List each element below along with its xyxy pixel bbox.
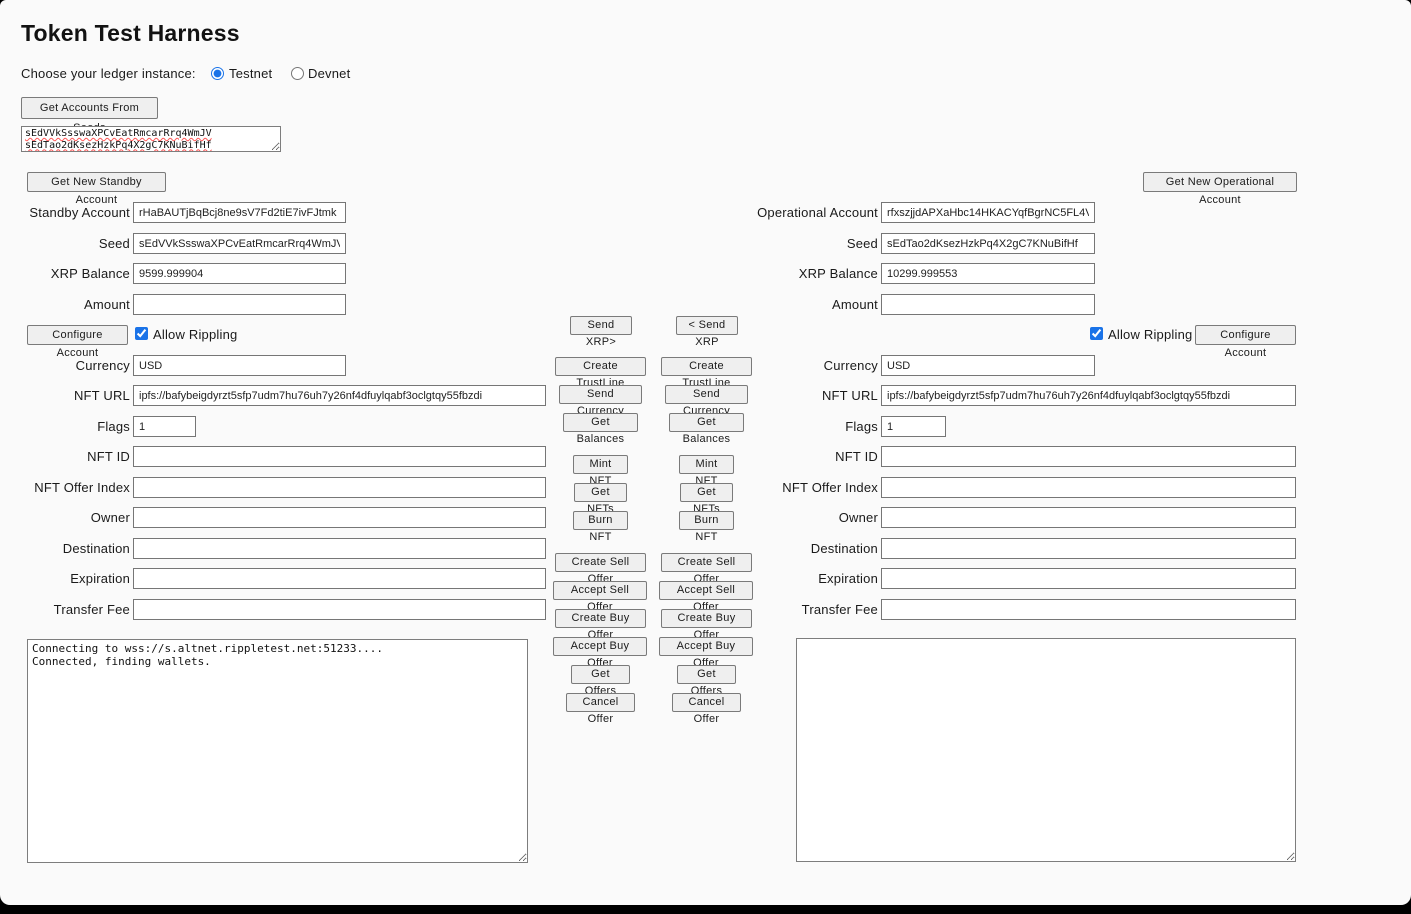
seeds-textarea[interactable]: sEdVVkSsswaXPCvEatRmcarRrq4WmJV sEdTao2d… xyxy=(21,126,281,152)
operational-xrp-balance-label: XRP Balance xyxy=(640,266,878,281)
operational-nft-url-input[interactable] xyxy=(881,385,1296,406)
standby-flags-label: Flags xyxy=(0,419,130,434)
operational-owner-input[interactable] xyxy=(881,507,1296,528)
operational-get-offers-button[interactable]: Get Offers xyxy=(677,665,736,684)
operational-allow-rippling-checkbox[interactable] xyxy=(1090,327,1103,340)
devnet-radio-label[interactable]: Devnet xyxy=(308,66,350,81)
standby-results-textarea[interactable]: Connecting to wss://s.altnet.rippletest.… xyxy=(27,639,528,863)
ledger-instance-label: Choose your ledger instance: xyxy=(21,66,196,81)
testnet-radio-label[interactable]: Testnet xyxy=(229,66,272,81)
standby-amount-label: Amount xyxy=(0,297,130,312)
operational-results-textarea[interactable] xyxy=(796,638,1296,862)
standby-seed-label: Seed xyxy=(0,236,130,251)
standby-transfer-fee-input[interactable] xyxy=(133,599,546,620)
devnet-radio[interactable] xyxy=(291,67,304,80)
standby-configure-account-button[interactable]: Configure Account xyxy=(27,325,128,345)
standby-owner-input[interactable] xyxy=(133,507,546,528)
operational-accept-buy-offer-button[interactable]: Accept Buy Offer xyxy=(659,637,753,656)
operational-nft-offer-index-label: NFT Offer Index xyxy=(640,480,878,495)
standby-nft-id-input[interactable] xyxy=(133,446,546,467)
operational-expiration-input[interactable] xyxy=(881,568,1296,589)
standby-send-currency-button[interactable]: Send Currency xyxy=(559,385,642,404)
operational-get-nfts-button[interactable]: Get NFTs xyxy=(680,483,733,502)
operational-transfer-fee-input[interactable] xyxy=(881,599,1296,620)
standby-nft-id-label: NFT ID xyxy=(0,449,130,464)
standby-transfer-fee-label: Transfer Fee xyxy=(0,602,130,617)
standby-get-balances-button[interactable]: Get Balances xyxy=(563,413,638,432)
standby-account-label: Standby Account xyxy=(0,205,130,220)
operational-send-currency-button[interactable]: Send Currency xyxy=(665,385,748,404)
app-window: Token Test Harness Choose your ledger in… xyxy=(0,0,1411,905)
operational-send-xrp-button[interactable]: < Send XRP xyxy=(676,316,738,335)
operational-configure-account-button[interactable]: Configure Account xyxy=(1195,325,1296,345)
standby-destination-label: Destination xyxy=(0,541,130,556)
standby-get-offers-button[interactable]: Get Offers xyxy=(571,665,630,684)
standby-seed-input[interactable] xyxy=(133,233,346,254)
standby-expiration-label: Expiration xyxy=(0,571,130,586)
standby-currency-label: Currency xyxy=(0,358,130,373)
get-new-standby-account-button[interactable]: Get New Standby Account xyxy=(27,172,166,192)
standby-destination-input[interactable] xyxy=(133,538,546,559)
standby-xrp-balance-label: XRP Balance xyxy=(0,266,130,281)
operational-owner-label: Owner xyxy=(640,510,878,525)
operational-flags-input[interactable] xyxy=(881,416,946,437)
operational-create-buy-offer-button[interactable]: Create Buy Offer xyxy=(661,609,752,628)
standby-mint-nft-button[interactable]: Mint NFT xyxy=(573,455,628,474)
operational-get-balances-button[interactable]: Get Balances xyxy=(669,413,744,432)
standby-currency-input[interactable] xyxy=(133,355,346,376)
operational-xrp-balance-input[interactable] xyxy=(881,263,1095,284)
operational-currency-input[interactable] xyxy=(881,355,1095,376)
standby-get-nfts-button[interactable]: Get NFTs xyxy=(574,483,627,502)
standby-burn-nft-button[interactable]: Burn NFT xyxy=(573,511,628,530)
operational-create-sell-offer-button[interactable]: Create Sell Offer xyxy=(661,553,752,572)
operational-nft-id-input[interactable] xyxy=(881,446,1296,467)
operational-account-label: Operational Account xyxy=(640,205,878,220)
standby-nft-offer-index-input[interactable] xyxy=(133,477,546,498)
operational-seed-input[interactable] xyxy=(881,233,1095,254)
standby-cancel-offer-button[interactable]: Cancel Offer xyxy=(566,693,635,712)
operational-destination-input[interactable] xyxy=(881,538,1296,559)
standby-create-buy-offer-button[interactable]: Create Buy Offer xyxy=(555,609,646,628)
operational-burn-nft-button[interactable]: Burn NFT xyxy=(679,511,734,530)
operational-account-input[interactable] xyxy=(881,202,1095,223)
operational-nft-offer-index-input[interactable] xyxy=(881,477,1296,498)
page-title: Token Test Harness xyxy=(21,20,240,47)
operational-seed-label: Seed xyxy=(640,236,878,251)
standby-flags-input[interactable] xyxy=(133,416,196,437)
standby-allow-rippling-checkbox[interactable] xyxy=(135,327,148,340)
standby-send-xrp-button[interactable]: Send XRP> xyxy=(570,316,632,335)
operational-mint-nft-button[interactable]: Mint NFT xyxy=(679,455,734,474)
standby-allow-rippling-label: Allow Rippling xyxy=(153,327,237,342)
operational-cancel-offer-button[interactable]: Cancel Offer xyxy=(672,693,741,712)
standby-owner-label: Owner xyxy=(0,510,130,525)
standby-create-sell-offer-button[interactable]: Create Sell Offer xyxy=(555,553,646,572)
testnet-radio[interactable] xyxy=(211,67,224,80)
standby-expiration-input[interactable] xyxy=(133,568,546,589)
standby-nft-offer-index-label: NFT Offer Index xyxy=(0,480,130,495)
operational-amount-label: Amount xyxy=(640,297,878,312)
operational-nft-id-label: NFT ID xyxy=(640,449,878,464)
standby-accept-buy-offer-button[interactable]: Accept Buy Offer xyxy=(553,637,647,656)
standby-nft-url-input[interactable] xyxy=(133,385,546,406)
standby-xrp-balance-input[interactable] xyxy=(133,263,346,284)
operational-accept-sell-offer-button[interactable]: Accept Sell Offer xyxy=(659,581,753,600)
standby-account-input[interactable] xyxy=(133,202,346,223)
standby-accept-sell-offer-button[interactable]: Accept Sell Offer xyxy=(553,581,647,600)
operational-allow-rippling-label: Allow Rippling xyxy=(1108,327,1192,342)
operational-create-trustline-button[interactable]: Create TrustLine xyxy=(661,357,752,376)
get-accounts-from-seeds-button[interactable]: Get Accounts From Seeds xyxy=(21,97,158,119)
standby-create-trustline-button[interactable]: Create TrustLine xyxy=(555,357,646,376)
operational-amount-input[interactable] xyxy=(881,294,1095,315)
get-new-operational-account-button[interactable]: Get New Operational Account xyxy=(1143,172,1297,192)
standby-amount-input[interactable] xyxy=(133,294,346,315)
standby-nft-url-label: NFT URL xyxy=(0,388,130,403)
